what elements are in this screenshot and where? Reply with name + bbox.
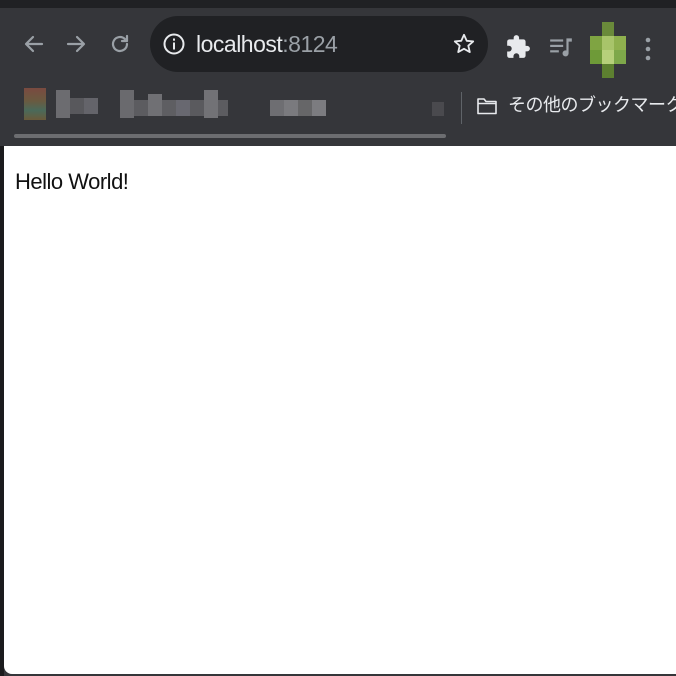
arrow-right-icon (66, 35, 86, 53)
info-icon[interactable] (162, 32, 186, 56)
bookmarks-overflow[interactable] (432, 88, 444, 120)
address-url[interactable]: localhost:8124 (196, 31, 338, 57)
reload-button[interactable] (102, 26, 138, 62)
forward-button[interactable] (58, 26, 94, 62)
three-dots-vertical-icon[interactable] (640, 34, 656, 64)
puzzle-icon[interactable] (505, 34, 531, 60)
browser-window: localhost:8124 その他のブックマーク Hello World! (0, 0, 676, 676)
page-body-text: Hello World! (15, 169, 129, 194)
profile-avatar[interactable] (590, 22, 626, 78)
browser-toolbar: localhost:8124 (0, 8, 676, 82)
bookmarks-scrollbar[interactable] (14, 134, 446, 138)
media-queue-icon[interactable] (548, 34, 574, 60)
bookmark-item-blurred[interactable] (56, 88, 98, 120)
url-port: :8124 (282, 31, 338, 57)
folder-icon[interactable] (476, 95, 498, 117)
bookmarks-separator (461, 92, 462, 124)
bookmark-item-blurred[interactable] (120, 88, 228, 120)
other-bookmarks-label[interactable]: その他のブックマーク (508, 95, 676, 117)
bookmark-item-blurred[interactable] (24, 88, 46, 120)
back-button[interactable] (16, 26, 52, 62)
url-host: localhost (196, 31, 283, 57)
tab-strip (0, 0, 676, 8)
star-icon[interactable] (452, 32, 476, 56)
address-bar[interactable]: localhost:8124 (150, 16, 488, 72)
page-viewport: Hello World! (4, 146, 676, 674)
bookmark-item-blurred[interactable] (270, 88, 326, 120)
arrow-left-icon (24, 35, 44, 53)
reload-icon (111, 34, 129, 53)
